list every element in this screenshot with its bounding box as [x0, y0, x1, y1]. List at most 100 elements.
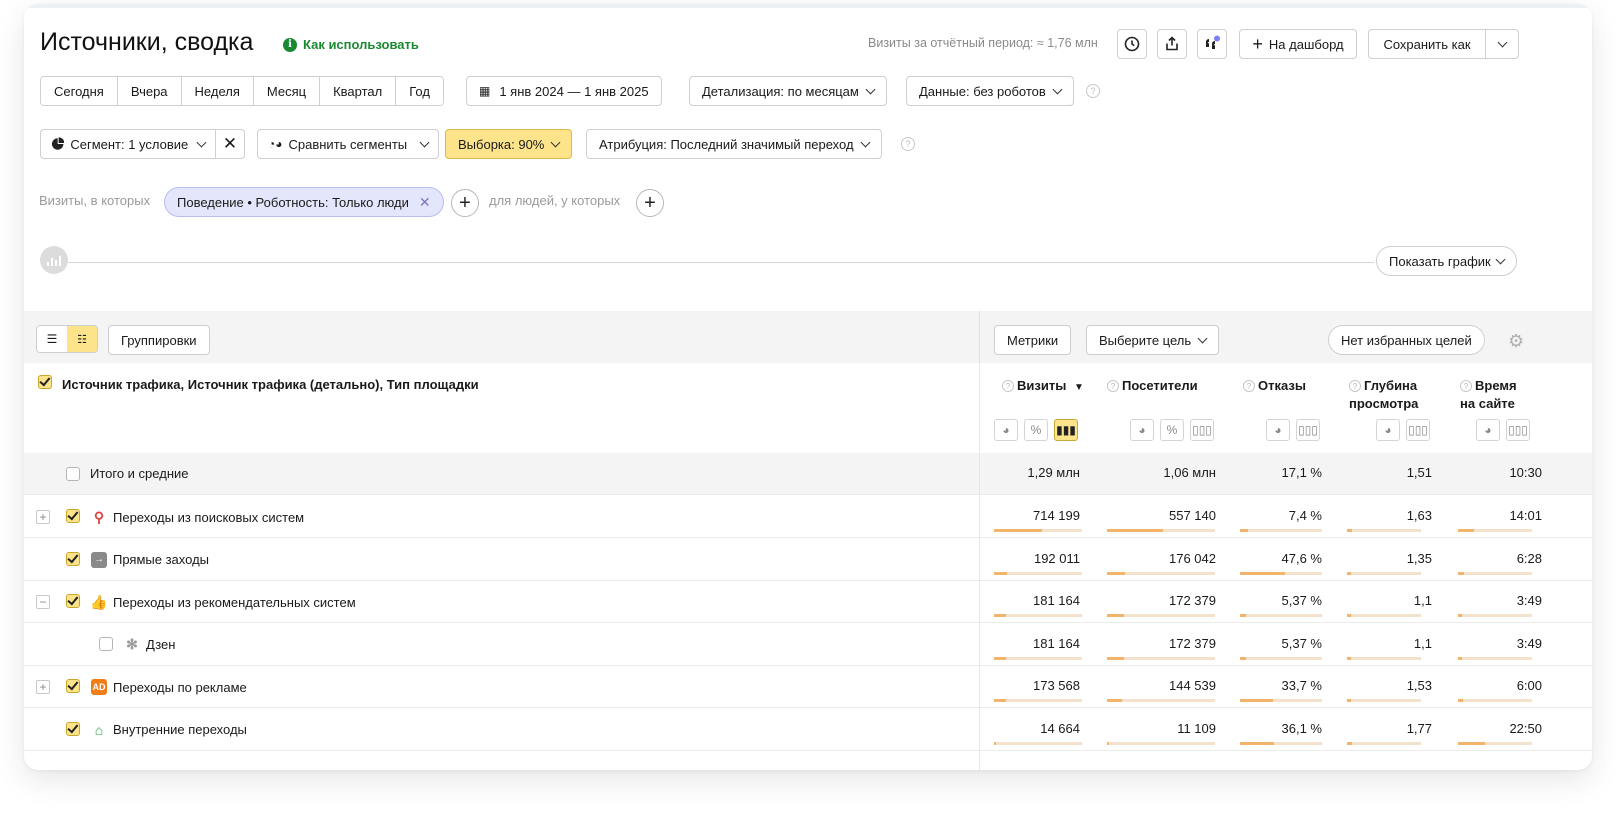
save-as-dropdown[interactable] [1485, 29, 1519, 59]
sample-dropdown[interactable]: Выборка: 90% [445, 129, 573, 159]
table-row[interactable]: → Прямые заходы 192 011 176 042 47,6 % 1,35 6:… [24, 538, 1592, 581]
clear-segment-button[interactable]: ✕ [215, 129, 245, 159]
history-button[interactable] [1117, 29, 1147, 59]
table-row[interactable]: + AD Переходы по рекламе 173 568 144 539 33,7… [24, 666, 1592, 708]
table-row[interactable]: ⌂ Внутренние переходы 14 664 11 109 36,1 % 1,… [24, 708, 1592, 751]
col-visitors[interactable]: ? Посетители [1107, 377, 1198, 395]
col-visits[interactable]: ? Визиты ▼ [1002, 377, 1084, 397]
col-bounce-label: Отказы [1258, 378, 1306, 393]
add-to-dashboard-label: На дашборд [1268, 36, 1344, 52]
pie-chart-icon[interactable]: ◕ [1476, 419, 1500, 441]
row-label: Переходы из рекомендательных систем [113, 594, 356, 610]
row-value: 173 568 [1033, 678, 1080, 693]
bar-chart-icon[interactable]: ▯▯▯ [1190, 419, 1214, 441]
row-value: 172 379 [1169, 593, 1216, 608]
row-name[interactable]: ✻ Дзен [124, 636, 175, 653]
row-value: 181 164 [1033, 593, 1080, 608]
filter-chip[interactable]: Поведение • Роботность: Только люди ✕ [164, 187, 444, 217]
export-button[interactable] [1157, 29, 1187, 59]
save-as-button[interactable]: Сохранить как [1368, 29, 1486, 59]
period-quarter[interactable]: Квартал [320, 77, 397, 105]
pie-chart-icon[interactable]: ◕ [1130, 419, 1154, 441]
info-icon: i [283, 37, 297, 52]
row-checkbox[interactable] [99, 636, 113, 651]
row-checkbox[interactable] [66, 594, 80, 608]
segment-dropdown[interactable]: Сегмент: 1 условие [40, 129, 216, 159]
row-name[interactable]: 👍 Переходы из рекомендательных систем [90, 594, 356, 610]
row-value-bar [1240, 741, 1322, 745]
pie-chart-icon[interactable]: ◕ [994, 419, 1018, 441]
col-depth[interactable]: ? Глубина просмотра [1349, 377, 1418, 413]
bar-chart-icon[interactable]: ▮▮▮ [1054, 419, 1078, 441]
bar-chart-icon[interactable]: ▯▯▯ [1296, 419, 1320, 441]
pie-chart-icon[interactable]: ◕ [1376, 419, 1400, 441]
add-visit-condition-button[interactable]: + [451, 189, 479, 217]
row-checkbox[interactable] [66, 721, 80, 736]
row-checkbox[interactable] [66, 679, 80, 693]
add-people-condition-button[interactable]: + [636, 189, 664, 217]
collapse-icon[interactable]: − [36, 595, 50, 609]
show-chart-button[interactable]: Показать график [1376, 246, 1517, 276]
expand-icon[interactable]: + [36, 680, 50, 694]
favorite-goals-button[interactable]: Нет избранных целей [1328, 325, 1485, 355]
row-value: 1,63 [1406, 508, 1432, 523]
table-row[interactable]: ✻ Дзен 181 164 172 379 5,37 % 1,1 3:49 [24, 623, 1592, 666]
compare-segments-button[interactable]: ◔◕ Сравнить сегменты [257, 129, 440, 159]
assistant-button[interactable] [1197, 29, 1227, 59]
col-visitors-label: Посетители [1122, 378, 1198, 393]
row-value: 172 379 [1169, 635, 1216, 651]
row-checkbox[interactable] [66, 551, 80, 566]
col-bounce[interactable]: ? Отказы [1243, 377, 1306, 395]
bar-chart-icon[interactable]: ▯▯▯ [1506, 419, 1530, 441]
data-filter-dropdown[interactable]: Данные: без роботов [906, 76, 1074, 106]
groupings-button[interactable]: Группировки [108, 325, 210, 355]
percent-icon[interactable]: % [1024, 419, 1048, 441]
period-yesterday[interactable]: Вчера [117, 77, 182, 105]
gear-icon[interactable]: ⚙ [1508, 331, 1524, 352]
row-checkbox[interactable] [66, 467, 80, 481]
period-week[interactable]: Неделя [181, 77, 254, 105]
date-range-picker[interactable]: ▦ 1 янв 2024 — 1 янв 2025 [466, 76, 662, 106]
clock-icon [1124, 36, 1140, 52]
row-value-bar [1107, 529, 1215, 532]
close-icon[interactable]: ✕ [419, 194, 431, 211]
col-time-label: Время [1475, 378, 1517, 393]
period-year[interactable]: Год [396, 77, 443, 105]
row-label: Внутренние переходы [113, 722, 247, 737]
expand-icon[interactable]: + [36, 510, 50, 524]
row-name[interactable]: ⌂ Внутренние переходы [91, 722, 247, 738]
row-value-bar [1347, 741, 1421, 745]
bar-chart-icon[interactable]: ▯▯▯ [1406, 419, 1430, 441]
pie-chart-icon[interactable]: ◕ [1266, 419, 1290, 441]
table-row[interactable]: + ⚲ Переходы из поисковых систем 714 199 557… [24, 496, 1592, 538]
table-row[interactable]: − 👍 Переходы из рекомендательных систем 181… [24, 581, 1592, 623]
plus-icon: + [459, 191, 471, 214]
row-value-bar [1240, 699, 1322, 702]
row-name[interactable]: ⚲ Переходы из поисковых систем [91, 509, 304, 525]
row-value-bar [1458, 699, 1532, 702]
add-to-dashboard-button[interactable]: + На дашборд [1239, 29, 1357, 59]
row-value-bar [1458, 529, 1532, 532]
period-today[interactable]: Сегодня [41, 77, 118, 105]
percent-icon[interactable]: % [1160, 419, 1184, 441]
col-depth-label: Глубина [1364, 378, 1418, 393]
row-checkbox[interactable] [66, 509, 80, 523]
select-all-checkbox[interactable] [38, 375, 52, 389]
how-to-use-link[interactable]: i Как использовать [283, 37, 419, 52]
visits-where-label: Визиты, в которых [39, 193, 151, 208]
attribution-dropdown[interactable]: Атрибуция: Последний значимый переход [586, 129, 882, 159]
row-name[interactable]: AD Переходы по рекламе [91, 679, 247, 695]
list-view-button[interactable]: ☰ [37, 326, 67, 352]
detail-dropdown[interactable]: Детализация: по месяцам [689, 76, 887, 106]
tree-view-button[interactable]: ☷ [67, 326, 97, 352]
row-name[interactable]: → Прямые заходы [91, 551, 209, 568]
goal-dropdown[interactable]: Выберите цель [1086, 325, 1220, 355]
row-value-bar [994, 529, 1082, 532]
share-icon [1166, 36, 1178, 51]
help-icon[interactable]: ? [1086, 84, 1100, 98]
metrics-button[interactable]: Метрики [994, 325, 1072, 355]
col-time[interactable]: ? Время на сайте [1460, 377, 1517, 413]
help-icon[interactable]: ? [901, 137, 915, 151]
row-value-bar [1458, 656, 1532, 660]
period-month[interactable]: Месяц [253, 77, 321, 105]
